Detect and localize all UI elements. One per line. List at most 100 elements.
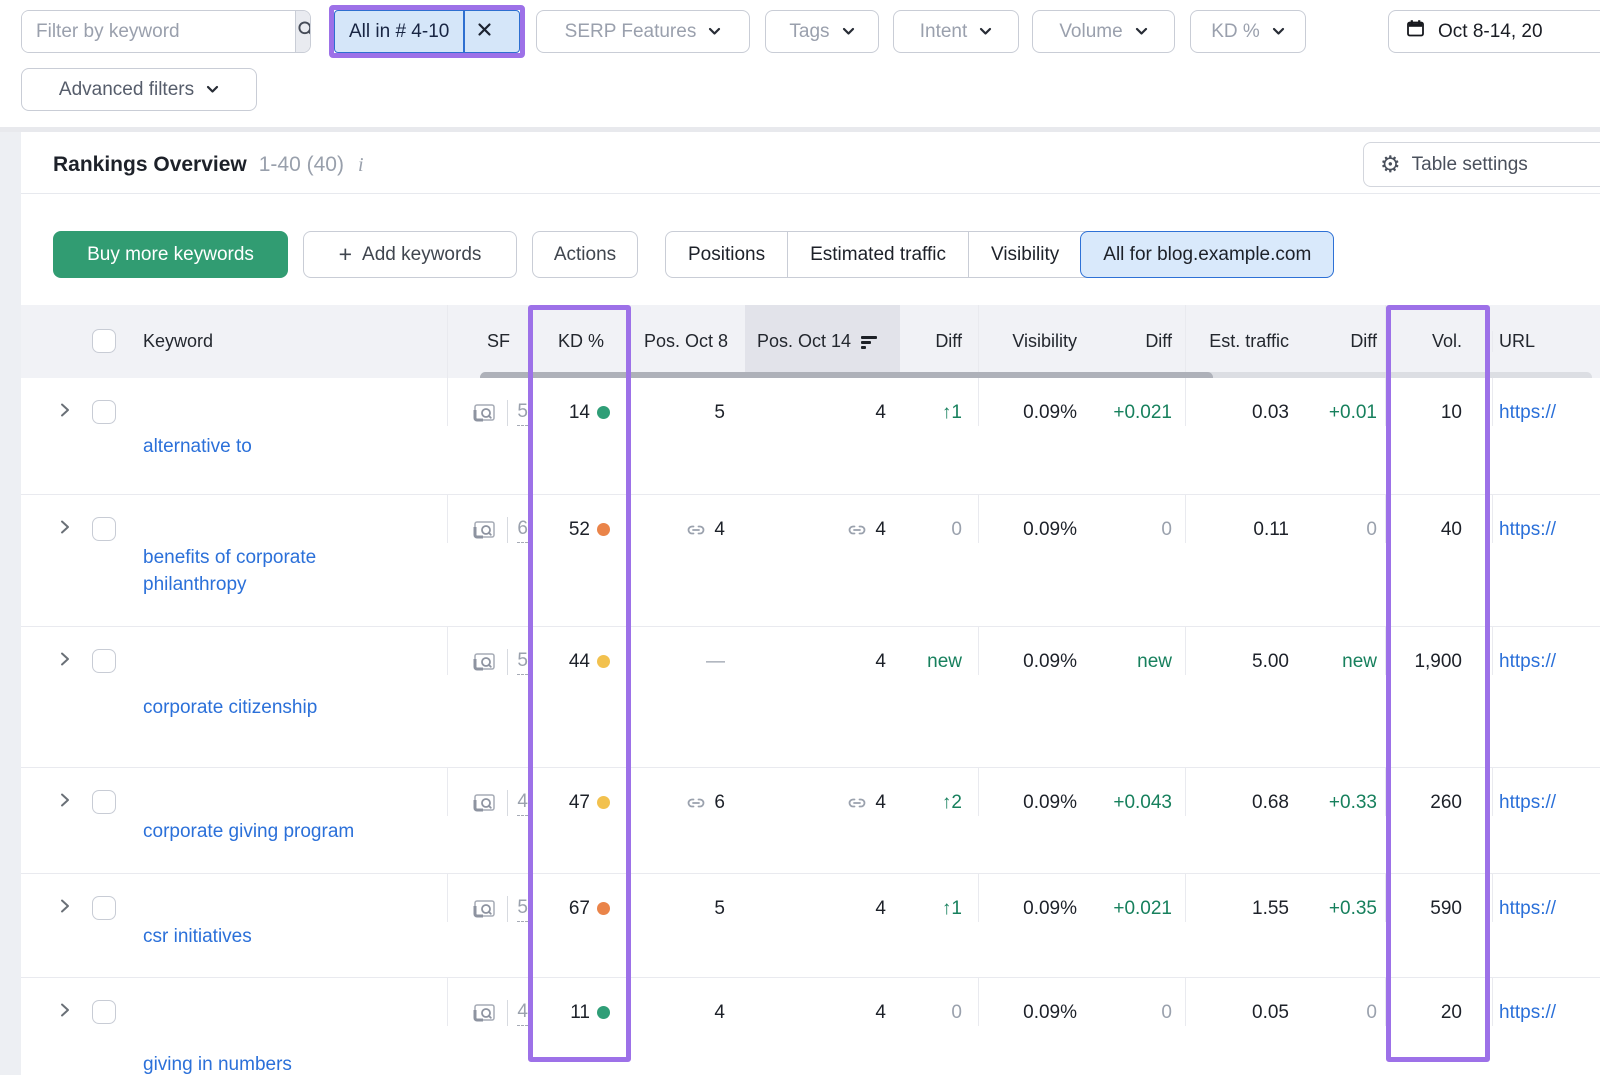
ranking-url-link[interactable]: https:// xyxy=(1499,789,1556,816)
divider xyxy=(507,1000,508,1026)
serp-preview-icon[interactable] xyxy=(471,401,498,425)
row-checkbox[interactable] xyxy=(92,517,116,541)
expand-row-icon[interactable] xyxy=(56,650,74,668)
buy-more-keywords-button[interactable]: Buy more keywords xyxy=(53,231,288,278)
serp-preview-icon[interactable] xyxy=(471,897,498,921)
divider xyxy=(507,790,508,816)
position-diff: ↑1 xyxy=(942,895,962,922)
keyword-link[interactable]: giving in numbers xyxy=(143,1051,292,1075)
kd-dot xyxy=(597,902,610,915)
add-keywords-label: Add keywords xyxy=(362,244,481,266)
row-checkbox[interactable] xyxy=(92,400,116,424)
intent-dropdown[interactable]: Intent xyxy=(893,10,1019,53)
buy-more-keywords-label: Buy more keywords xyxy=(87,244,254,266)
search-button[interactable] xyxy=(295,11,311,52)
tab-visibility[interactable]: Visibility xyxy=(968,232,1081,277)
expand-row-icon[interactable] xyxy=(56,897,74,915)
serp-preview-icon[interactable] xyxy=(471,1001,498,1025)
column-est-traffic[interactable]: Est. traffic xyxy=(1209,331,1289,352)
ranking-url-link[interactable]: https:// xyxy=(1499,648,1556,675)
volume-dropdown[interactable]: Volume xyxy=(1032,10,1175,53)
kd-value: 52 xyxy=(569,516,590,543)
table-settings-button[interactable]: ⚙ Table settings xyxy=(1363,142,1600,187)
column-url[interactable]: URL xyxy=(1499,331,1535,352)
column-keyword[interactable]: Keyword xyxy=(143,331,213,352)
ranking-url-link[interactable]: https:// xyxy=(1499,399,1556,426)
keyword-link[interactable]: alternative to xyxy=(143,433,252,460)
tab-all-for-domain[interactable]: All for blog.example.com xyxy=(1080,231,1334,278)
column-volume[interactable]: Vol. xyxy=(1432,331,1462,352)
select-all-checkbox[interactable] xyxy=(92,329,116,353)
position-diff: ↑1 xyxy=(942,399,962,426)
kd-value: 14 xyxy=(569,399,590,426)
keyword-link[interactable]: csr initiatives xyxy=(143,923,252,950)
visibility-value: 0.09% xyxy=(1023,516,1077,543)
row-checkbox[interactable] xyxy=(92,896,116,920)
sf-count[interactable]: 5 xyxy=(517,896,528,922)
sf-count[interactable]: 6 xyxy=(517,517,528,543)
expand-row-icon[interactable] xyxy=(56,791,74,809)
expand-row-icon[interactable] xyxy=(56,518,74,536)
position-filter-chip[interactable]: All in # 4-10 xyxy=(334,10,520,53)
sf-count[interactable]: 4 xyxy=(517,1000,528,1026)
close-icon xyxy=(477,22,492,42)
pos-oct8-value: 4 xyxy=(714,999,725,1026)
visibility-diff: new xyxy=(1137,648,1172,675)
kd-value: 44 xyxy=(569,648,590,675)
keyword-filter-input[interactable] xyxy=(22,11,295,52)
ranking-url-link[interactable]: https:// xyxy=(1499,999,1556,1026)
row-checkbox[interactable] xyxy=(92,790,116,814)
sf-count[interactable]: 5 xyxy=(517,649,528,675)
sf-count[interactable]: 5 xyxy=(517,400,528,426)
expand-row-icon[interactable] xyxy=(56,1001,74,1019)
tab-positions[interactable]: Positions xyxy=(666,232,787,277)
divider xyxy=(507,649,508,675)
serp-preview-icon[interactable] xyxy=(471,518,498,542)
serp-preview-icon[interactable] xyxy=(471,791,498,815)
serp-features-dropdown[interactable]: SERP Features xyxy=(536,10,750,53)
column-pos-oct8[interactable]: Pos. Oct 8 xyxy=(644,331,728,352)
keyword-link[interactable]: corporate citizenship xyxy=(143,694,317,721)
row-checkbox[interactable] xyxy=(92,1000,116,1024)
column-visibility[interactable]: Visibility xyxy=(1012,331,1077,352)
info-icon[interactable]: i xyxy=(356,154,366,177)
serp-preview-icon[interactable] xyxy=(471,650,498,674)
keyword-link[interactable]: corporate giving program xyxy=(143,818,354,845)
column-kd[interactable]: KD % xyxy=(558,331,604,352)
ranking-url-link[interactable]: https:// xyxy=(1499,516,1556,543)
column-pos-oct14[interactable]: Pos. Oct 14 xyxy=(757,331,851,352)
kd-dropdown[interactable]: KD % xyxy=(1190,10,1306,53)
actions-label: Actions xyxy=(554,244,616,266)
tags-dropdown[interactable]: Tags xyxy=(765,10,879,53)
chevron-down-icon xyxy=(842,27,855,36)
add-keywords-button[interactable]: + Add keywords xyxy=(303,231,517,278)
ranking-url-link[interactable]: https:// xyxy=(1499,895,1556,922)
divider xyxy=(507,517,508,543)
pos-oct8-value: — xyxy=(706,648,725,675)
pos-oct14-value: 4 xyxy=(875,999,886,1026)
rankings-overview-card: Rankings Overview 1-40 (40) i ⚙ Table se… xyxy=(21,132,1600,1075)
tab-estimated-traffic[interactable]: Estimated traffic xyxy=(787,232,968,277)
advanced-filters-dropdown[interactable]: Advanced filters xyxy=(21,68,257,111)
visibility-diff: +0.021 xyxy=(1113,895,1172,922)
column-sf[interactable]: SF xyxy=(487,331,510,352)
page-left-gutter xyxy=(0,132,21,1075)
position-diff: ↑2 xyxy=(942,789,962,816)
expand-row-icon[interactable] xyxy=(56,401,74,419)
url-change-link-icon xyxy=(846,792,868,814)
visibility-value: 0.09% xyxy=(1023,399,1077,426)
column-diff-visibility[interactable]: Diff xyxy=(1145,331,1172,352)
sf-count[interactable]: 4 xyxy=(517,790,528,816)
column-diff-pos[interactable]: Diff xyxy=(935,331,962,352)
table-row: corporate giving program 4 47 6 4 ↑2 0.0… xyxy=(21,768,1600,874)
actions-button[interactable]: Actions xyxy=(532,231,638,278)
chevron-down-icon xyxy=(1272,27,1285,36)
keyword-link[interactable]: benefits of corporate philanthropy xyxy=(143,544,413,598)
kd-dot xyxy=(597,796,610,809)
remove-filter-button[interactable] xyxy=(465,11,505,52)
visibility-diff: 0 xyxy=(1161,516,1172,543)
date-range-picker[interactable]: Oct 8-14, 20 xyxy=(1388,10,1600,53)
column-diff-traffic[interactable]: Diff xyxy=(1350,331,1377,352)
row-checkbox[interactable] xyxy=(92,649,116,673)
traffic-diff: 0 xyxy=(1366,516,1377,543)
